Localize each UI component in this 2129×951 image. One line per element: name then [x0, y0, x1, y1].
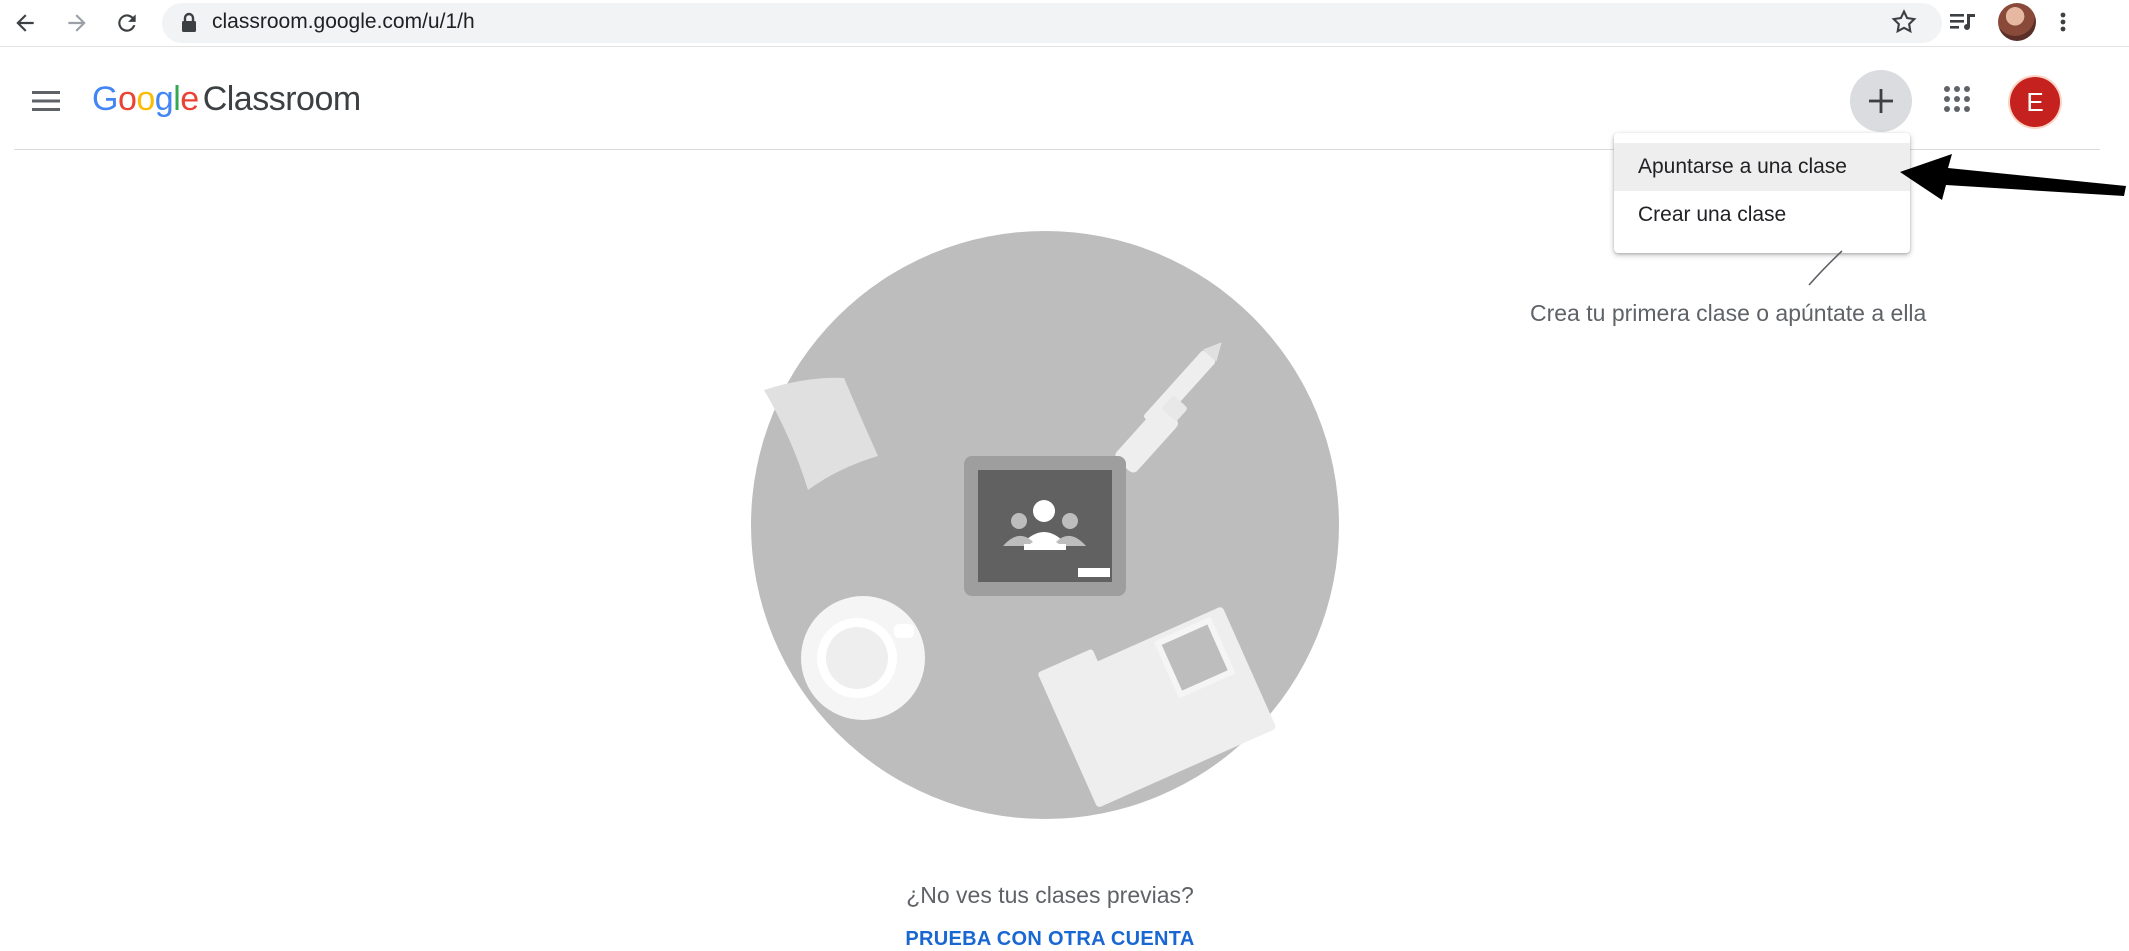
google-apps-icon[interactable]: [1942, 84, 1972, 114]
menu-item-create-class[interactable]: Crear una clase: [1614, 191, 1910, 239]
back-button[interactable]: [8, 6, 42, 40]
create-join-menu: Apuntarse a una clase Crear una clase: [1614, 133, 1910, 253]
hint-pointer-line: [1808, 250, 1843, 286]
reload-button[interactable]: [110, 6, 144, 40]
empty-state-hint: Crea tu primera clase o apúntate a ella: [1530, 300, 1927, 326]
logo-letter: e: [180, 80, 199, 118]
google-classroom-logo[interactable]: Google Classroom: [92, 80, 361, 119]
arrow-left-icon: [16, 14, 34, 32]
logo-letter: G: [92, 80, 118, 118]
menu-item-join-class[interactable]: Apuntarse a una clase: [1614, 143, 1910, 191]
url-text[interactable]: classroom.google.com/u/1/h: [212, 10, 475, 34]
logo-product-name: Classroom: [202, 80, 361, 118]
coffee-cup-icon: [801, 596, 925, 720]
media-queue-icon[interactable]: [1948, 8, 1978, 36]
logo-letter: g: [154, 80, 174, 118]
browser-profile-avatar[interactable]: [1998, 3, 2036, 41]
reload-icon: [118, 14, 136, 32]
forward-button[interactable]: [60, 6, 94, 40]
bookmark-star-icon[interactable]: [1890, 8, 1918, 36]
logo-letter: o: [117, 80, 137, 118]
arrow-right-icon: [68, 14, 86, 32]
annotation-arrow-icon: [1900, 154, 2126, 200]
browser-toolbar: classroom.google.com/u/1/h: [0, 0, 2129, 47]
account-avatar[interactable]: E: [2010, 77, 2060, 127]
no-classes-text: ¿No ves tus clases previas?: [906, 882, 1194, 908]
create-or-join-button[interactable]: [1850, 70, 1912, 132]
browser-more-icon[interactable]: [2054, 8, 2072, 36]
classroom-empty-illustration: [751, 231, 1339, 819]
lock-icon: [182, 12, 196, 32]
logo-letter: o: [136, 80, 155, 118]
hamburger-menu-icon[interactable]: [30, 88, 62, 114]
try-other-account-link[interactable]: PRUEBA CON OTRA CUENTA: [0, 928, 2100, 951]
google-classroom-board-icon: [964, 456, 1126, 596]
plus-icon: [1869, 89, 1893, 113]
